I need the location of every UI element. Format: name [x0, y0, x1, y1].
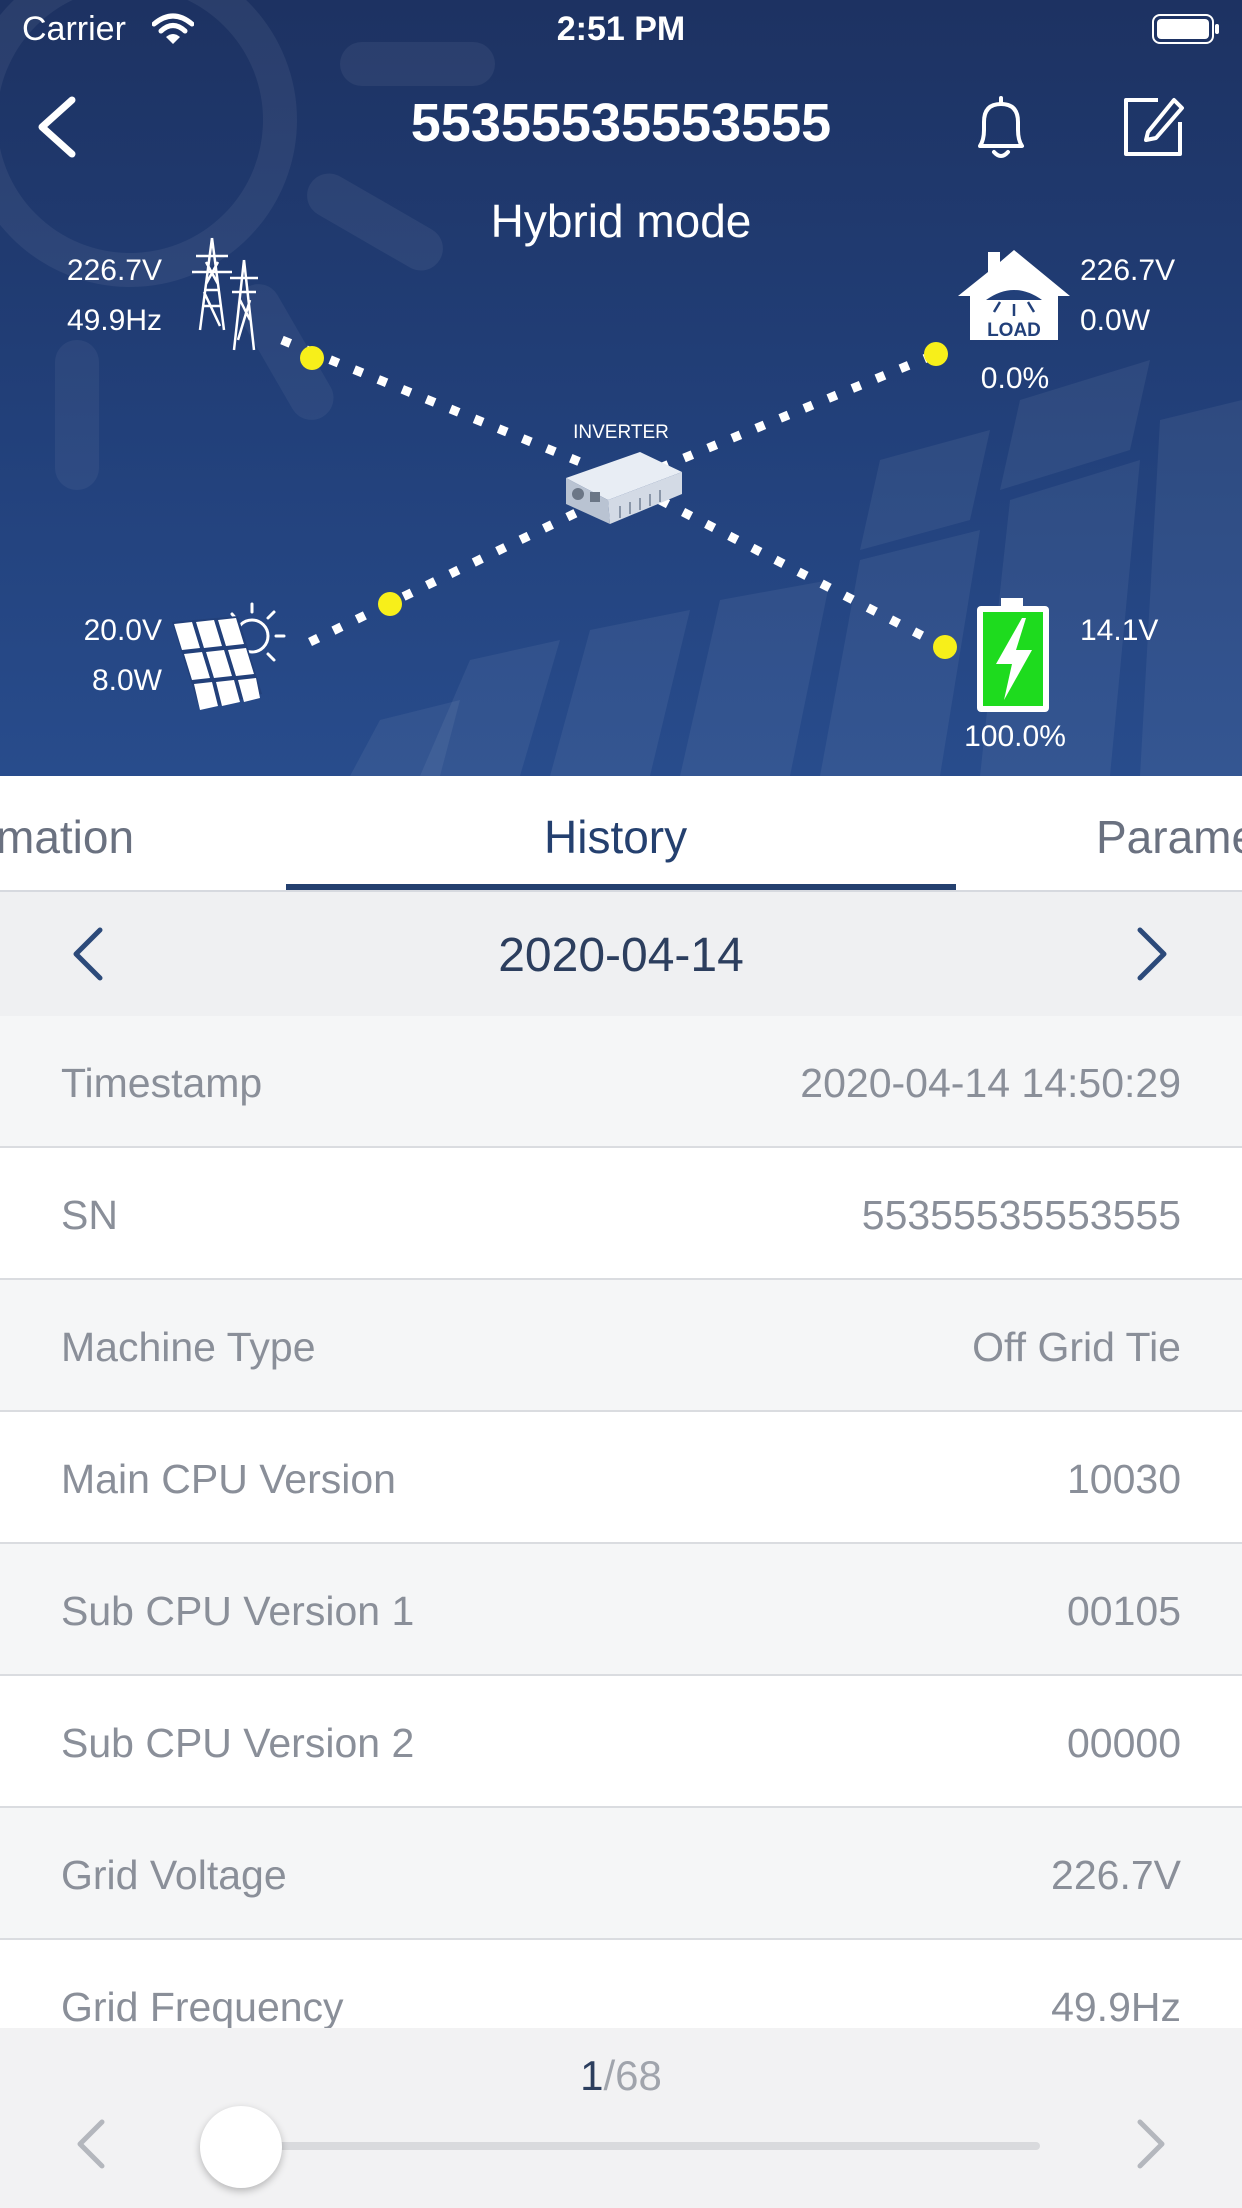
list-item: Sub CPU Version 2 00000 [0, 1676, 1242, 1808]
row-value: 49.9Hz [1051, 1984, 1181, 2028]
row-label: Sub CPU Version 2 [61, 1720, 415, 1766]
list-item: Sub CPU Version 1 00105 [0, 1544, 1242, 1676]
row-value: 10030 [1066, 1456, 1181, 1502]
active-tab-indicator [286, 884, 956, 890]
row-label: Timestamp [61, 1060, 263, 1106]
record-slider-thumb[interactable] [200, 2106, 282, 2188]
list-item: Main CPU Version 10030 [0, 1412, 1242, 1544]
tab-bar: mation History Parame [0, 776, 1242, 892]
grid-flow-dot [300, 346, 324, 370]
row-value: 00105 [1066, 1588, 1181, 1634]
row-value: Off Grid Tie [972, 1324, 1181, 1370]
list-item: Machine Type Off Grid Tie [0, 1280, 1242, 1412]
history-detail-list: Timestamp 2020-04-14 14:50:29 SN 5535553… [0, 1016, 1242, 2028]
record-pager: 1/68 [0, 2028, 1242, 2208]
battery-flow-dot [933, 635, 957, 659]
load-flow-dot [924, 342, 948, 366]
next-date-icon[interactable] [1132, 924, 1172, 984]
row-label: Main CPU Version [61, 1456, 396, 1502]
load-icon-text: LOAD [987, 320, 1041, 341]
tab-information[interactable]: mation [0, 810, 134, 864]
battery-icon [977, 598, 1049, 712]
solar-flow-line [308, 505, 584, 647]
row-label: Grid Voltage [61, 1852, 287, 1898]
solar-voltage: 20.0V [83, 614, 162, 647]
load-voltage: 226.7V [1080, 254, 1176, 287]
battery-percent: 100.0% [964, 720, 1066, 753]
row-value: 55355535553555 [861, 1192, 1181, 1238]
solar-panel-icon [172, 602, 286, 710]
grid-voltage: 226.7V [66, 254, 162, 287]
selected-date[interactable]: 2020-04-14 [0, 928, 1242, 983]
page-indicator: 1/68 [0, 2052, 1242, 2100]
list-item: Grid Voltage 226.7V [0, 1808, 1242, 1940]
row-label: Machine Type [61, 1324, 316, 1370]
energy-flow-panel: Carrier 2:51 PM 55355535553555 Hybrid mo… [0, 0, 1242, 776]
grid-frequency: 49.9Hz [66, 304, 162, 337]
row-label: Grid Frequency [61, 1984, 344, 2028]
grid-flow-line [280, 335, 582, 467]
next-record-icon[interactable] [1134, 2116, 1170, 2172]
current-page: 1 [580, 2052, 604, 2099]
row-label: SN [61, 1192, 118, 1238]
battery-voltage: 14.1V [1080, 614, 1159, 647]
record-slider-track[interactable] [242, 2142, 1040, 2150]
list-item: SN 55355535553555 [0, 1148, 1242, 1280]
tab-parameters[interactable]: Parame [1096, 810, 1242, 864]
solar-power: 8.0W [91, 664, 162, 697]
load-flow-line [658, 349, 938, 473]
row-value: 00000 [1066, 1720, 1181, 1766]
load-house-icon: LOAD [958, 250, 1070, 341]
date-navigator: 2020-04-14 [0, 892, 1242, 1016]
inverter-icon: INVERTER [566, 422, 682, 524]
tab-history[interactable]: History [544, 810, 687, 864]
previous-record-icon[interactable] [72, 2116, 108, 2172]
total-pages: /68 [603, 2052, 662, 2099]
load-power: 0.0W [1080, 304, 1151, 337]
battery-flow-line [657, 496, 945, 650]
list-item: Grid Frequency 49.9Hz [0, 1940, 1242, 2028]
list-item: Timestamp 2020-04-14 14:50:29 [0, 1016, 1242, 1148]
solar-flow-dot [378, 592, 402, 616]
row-value: 226.7V [1051, 1852, 1181, 1898]
row-value: 2020-04-14 14:50:29 [800, 1060, 1181, 1106]
load-percent: 0.0% [980, 362, 1050, 395]
inverter-label: INVERTER [573, 422, 669, 443]
power-tower-icon [192, 237, 258, 351]
row-label: Sub CPU Version 1 [61, 1588, 415, 1634]
